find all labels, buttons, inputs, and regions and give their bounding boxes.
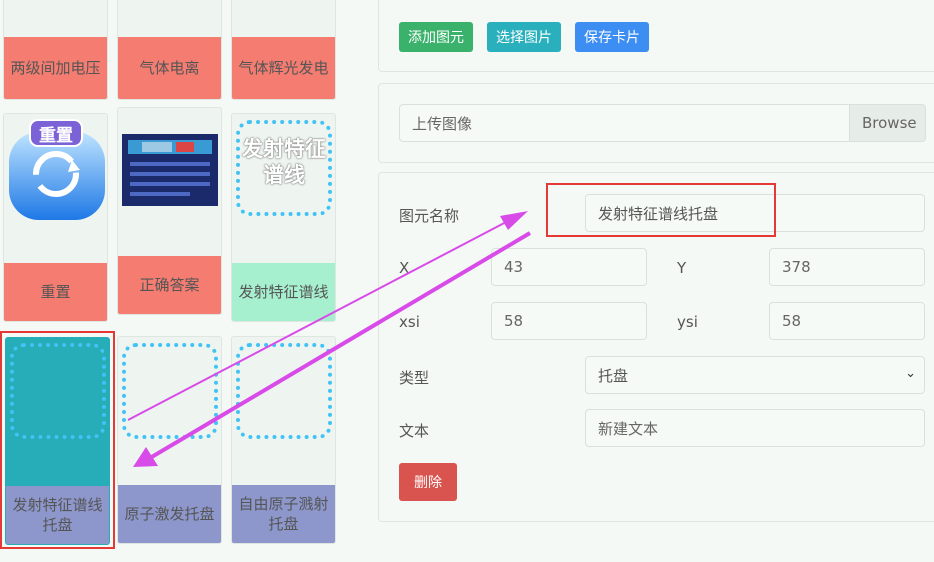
reset-icon-text: 重置 xyxy=(39,125,73,146)
type-label: 类型 xyxy=(399,369,430,387)
reset-icon: 重置 xyxy=(4,114,107,264)
card-label: 气体电离 xyxy=(118,37,221,99)
x-field[interactable]: 43 xyxy=(491,248,647,286)
palette-card-reset[interactable]: 重置 重置 xyxy=(3,113,108,322)
card-label: 发射特征谱线 xyxy=(232,263,335,321)
card-label: 自由原子溅射托盘 xyxy=(232,485,335,543)
type-select[interactable]: 托盘 ⌄ xyxy=(585,356,925,394)
palette-card[interactable]: 自由原子溅射托盘 xyxy=(231,336,336,544)
xsi-field[interactable]: 58 xyxy=(491,302,647,340)
text-label: 文本 xyxy=(399,422,430,440)
chevron-down-icon: ⌄ xyxy=(905,366,916,381)
palette-card-answer[interactable]: 正确答案 xyxy=(117,107,222,315)
xsi-label: xsi xyxy=(399,313,420,331)
add-element-button[interactable]: 添加图元 xyxy=(399,22,473,52)
card-label: 原子激发托盘 xyxy=(118,485,221,543)
text-field[interactable]: 新建文本 xyxy=(585,409,925,447)
ysi-label: ysi xyxy=(677,313,698,331)
save-card-button[interactable]: 保存卡片 xyxy=(575,22,649,52)
dashed-frame-icon xyxy=(122,343,218,439)
select-image-button[interactable]: 选择图片 xyxy=(487,22,561,52)
palette-card[interactable]: 原子激发托盘 xyxy=(117,336,222,544)
name-label: 图元名称 xyxy=(399,207,460,225)
card-label: 重置 xyxy=(4,263,107,321)
type-select-value: 托盘 xyxy=(598,366,629,385)
toolbar-panel: 添加图元 选择图片 保存卡片 xyxy=(378,0,934,72)
dashed-frame-icon xyxy=(236,343,332,439)
palette-card[interactable]: 两级间加电压 xyxy=(3,0,108,100)
answer-slide-thumbnail xyxy=(118,108,221,258)
y-field[interactable]: 378 xyxy=(769,248,925,286)
upload-image-input[interactable]: 上传图像 xyxy=(399,104,851,142)
palette-card[interactable]: 气体辉光发电 xyxy=(231,0,336,100)
ysi-field[interactable]: 58 xyxy=(769,302,925,340)
card-label: 两级间加电压 xyxy=(4,37,107,99)
card-label: 正确答案 xyxy=(118,256,221,314)
palette-card[interactable]: 气体电离 xyxy=(117,0,222,100)
delete-button[interactable]: 删除 xyxy=(399,463,457,501)
card-icon-text: 发射特征谱线 xyxy=(242,137,326,187)
upload-panel: 上传图像 Browse xyxy=(378,83,934,163)
name-field-highlight xyxy=(546,183,776,237)
x-label: X xyxy=(399,259,410,277)
y-label: Y xyxy=(677,259,687,277)
palette-card[interactable]: 发射特征谱线 发射特征谱线 xyxy=(231,113,336,322)
selected-card-highlight xyxy=(0,331,115,549)
browse-button[interactable]: Browse xyxy=(849,104,926,142)
card-label: 气体辉光发电 xyxy=(232,37,335,99)
